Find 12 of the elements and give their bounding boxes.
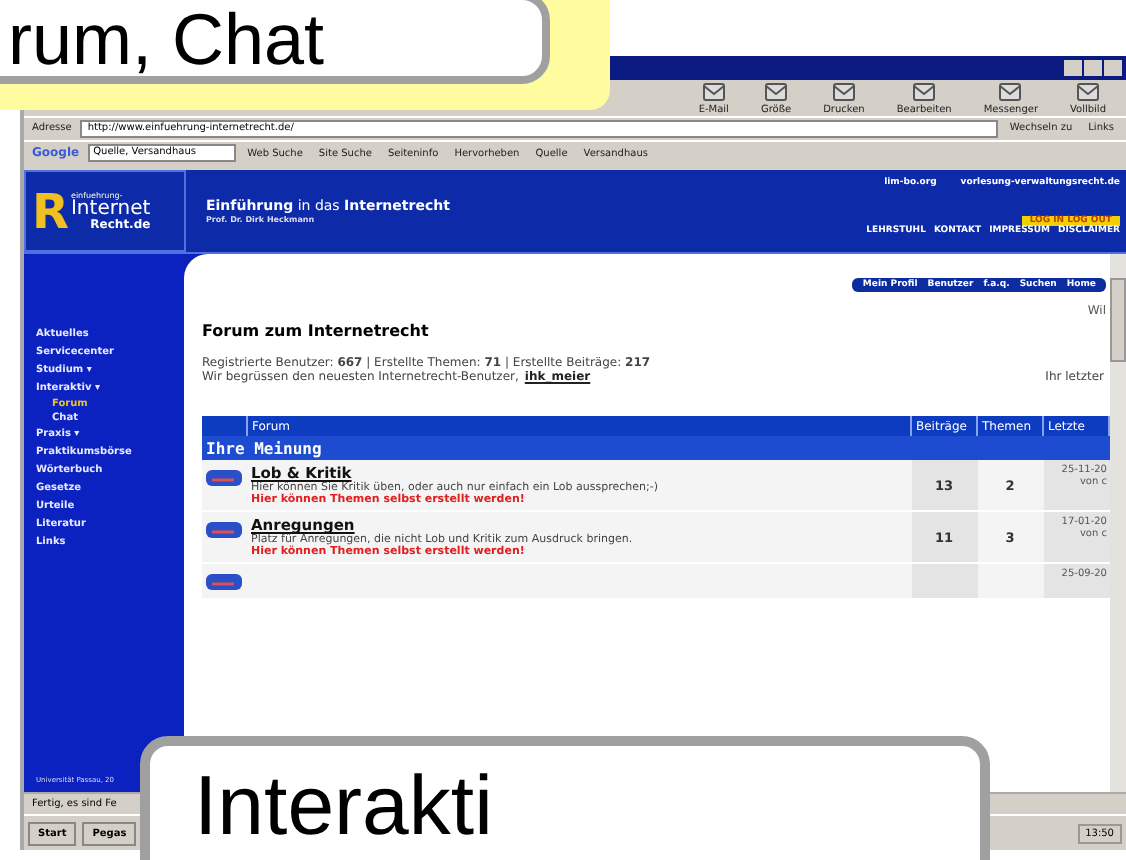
forum-folder-icon <box>206 574 242 591</box>
maximize-button[interactable] <box>1084 59 1102 76</box>
callout-text: rum, Chat <box>0 0 550 84</box>
scrollbar[interactable] <box>1110 254 1126 793</box>
callout-text: Interakti <box>140 736 990 860</box>
close-button[interactable] <box>1104 59 1122 76</box>
forum-folder-icon <box>206 522 242 539</box>
category-row: Ihre Meinung <box>202 436 1109 461</box>
forum-folder-icon <box>206 470 242 487</box>
forum-heading: Forum zum Internetrecht <box>202 322 431 341</box>
envelope-icon <box>699 81 728 104</box>
minimize-button[interactable] <box>1064 59 1082 76</box>
